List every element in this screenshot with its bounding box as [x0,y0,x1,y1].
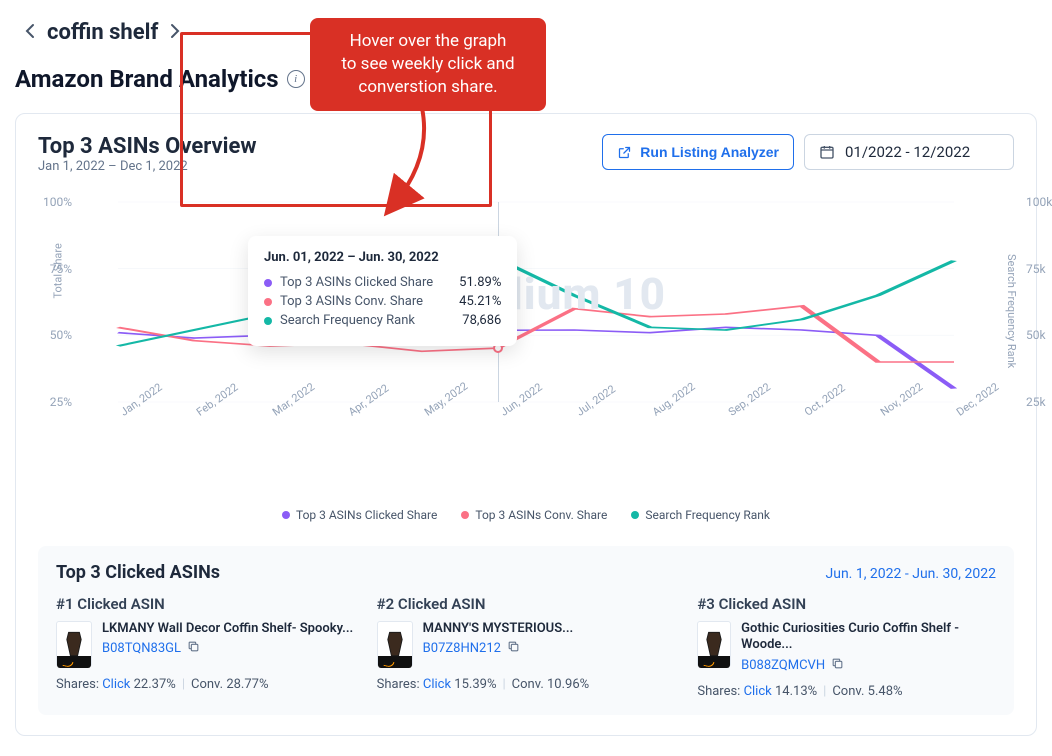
external-link-icon [617,145,632,160]
chart-legend: Top 3 ASINs Clicked Share Top 3 ASINs Co… [38,508,1014,522]
asin-shares: Shares: Click 15.39%|Conv. 10.96% [377,677,676,692]
dot-icon [631,511,639,519]
tooltip-label: Search Frequency Rank [280,313,415,328]
chart-svg [118,202,954,402]
info-icon[interactable]: i [287,70,305,88]
asin-name[interactable]: Gothic Curiosities Curio Coffin Shelf - … [741,621,996,654]
subpanel-title: Top 3 Clicked ASINs [56,562,220,583]
y-tick: 75k [1026,262,1046,276]
copy-icon[interactable] [507,640,520,657]
dot-icon [264,298,272,306]
legend-label: Search Frequency Rank [645,508,770,522]
y-tick: 25k [1026,395,1046,409]
dot-icon [461,511,469,519]
callout-line: to see weekly click and [328,53,528,76]
overview-panel: Top 3 ASINs Overview Jan 1, 2022 – Dec 1… [15,113,1037,736]
x-tick: Dec, 2022 [954,408,961,419]
subpanel-date: Jun. 1, 2022 - Jun. 30, 2022 [826,566,997,582]
plot-area[interactable]: Helium 10 Jun. 01, 2022 – Jun. 30, 2022 [118,202,954,402]
x-tick: May, 2022 [422,408,429,419]
tooltip-row: Top 3 ASINs Conv. Share 45.21% [264,294,501,309]
dot-icon [282,511,290,519]
calendar-icon [819,144,835,160]
asin-rank: #2 Clicked ASIN [377,595,676,613]
chevron-left-icon[interactable] [25,23,35,43]
asin-name[interactable]: MANNY'S MYSTERIOUS... [423,621,574,637]
x-tick: Nov, 2022 [878,408,885,419]
asin-rank: #3 Clicked ASIN [697,595,996,613]
legend-item[interactable]: Search Frequency Rank [631,508,770,522]
asin-column: #3 Clicked ASIN Gothic Curiosities Curio … [697,595,996,699]
panel-title: Top 3 ASINs Overview [38,134,256,159]
legend-label: Top 3 ASINs Clicked Share [296,508,437,522]
asin-thumbnail[interactable] [697,621,731,667]
asin-code[interactable]: B088ZQMCVH [741,657,844,674]
asin-name[interactable]: LKMANY Wall Decor Coffin Shelf- Spooky..… [102,621,353,637]
dot-icon [264,317,272,325]
asin-rank: #1 Clicked ASIN [56,595,355,613]
x-tick: Jan, 2022 [118,408,125,419]
callout-annotation: Hover over the graph to see weekly click… [310,18,546,111]
legend-item[interactable]: Top 3 ASINs Clicked Share [282,508,437,522]
x-tick: Jun, 2022 [498,408,505,419]
x-tick: Oct, 2022 [802,408,809,419]
y-tick: 50k [1026,328,1046,342]
asin-shares: Shares: Click 14.13%|Conv. 5.48% [697,684,996,699]
callout-line: converstion share. [328,76,528,99]
chart-tooltip: Jun. 01, 2022 – Jun. 30, 2022 Top 3 ASIN… [248,236,517,346]
tooltip-row: Search Frequency Rank 78,686 [264,313,501,328]
tooltip-value: 45.21% [441,294,501,309]
dot-icon [264,279,272,287]
x-axis: Jan, 2022 Feb, 2022 Mar, 2022 Apr, 2022 May,… [118,408,954,421]
tooltip-title: Jun. 01, 2022 – Jun. 30, 2022 [264,250,501,265]
copy-icon[interactable] [187,640,200,657]
date-range-picker[interactable]: 01/2022 - 12/2022 [804,134,1014,170]
y-tick: 75% [50,262,72,276]
x-tick: Aug, 2022 [650,408,657,419]
tooltip-label: Top 3 ASINs Clicked Share [280,275,433,290]
x-tick: Sep, 2022 [726,408,733,419]
legend-item[interactable]: Top 3 ASINs Conv. Share [461,508,607,522]
callout-line: Hover over the graph [328,30,528,53]
y-tick: 100k [1026,195,1052,209]
x-tick: Apr, 2022 [346,408,353,419]
chart[interactable]: Total Share Search Frequency Rank 100% 7… [38,202,1014,462]
asin-code[interactable]: B07Z8HN212 [423,640,520,657]
asin-column: #1 Clicked ASIN LKMANY Wall Decor Coffin … [56,595,355,699]
copy-icon[interactable] [831,657,844,674]
page-title: Amazon Brand Analytics [15,65,279,93]
tooltip-row: Top 3 ASINs Clicked Share 51.89% [264,275,501,290]
breadcrumb-title: coffin shelf [47,20,158,45]
chevron-right-icon[interactable] [170,23,180,43]
run-button-label: Run Listing Analyzer [640,144,779,160]
y-tick: 25% [50,395,72,409]
tooltip-value: 51.89% [441,275,501,290]
date-range-value: 01/2022 - 12/2022 [845,143,970,161]
tooltip-value: 78,686 [444,313,501,328]
asin-column: #2 Clicked ASIN MANNY'S MYSTERIOUS... B07Z… [377,595,676,699]
asin-thumbnail[interactable] [56,621,92,667]
asin-code[interactable]: B08TQN83GL [102,640,200,657]
x-tick: Feb, 2022 [194,408,201,419]
run-listing-analyzer-button[interactable]: Run Listing Analyzer [602,134,794,170]
x-tick: Jul, 2022 [574,408,581,419]
y-axis-right-label: Search Frequency Rank [1005,254,1018,368]
asin-shares: Shares: Click 22.37%|Conv. 28.77% [56,677,355,692]
clicked-asins-panel: Top 3 Clicked ASINs Jun. 1, 2022 - Jun. … [38,546,1014,715]
panel-subtitle: Jan 1, 2022 – Dec 1, 2022 [38,159,256,174]
y-tick: 50% [50,328,72,342]
y-tick: 100% [43,195,72,209]
tooltip-label: Top 3 ASINs Conv. Share [280,294,423,309]
x-tick: Mar, 2022 [270,408,277,419]
legend-label: Top 3 ASINs Conv. Share [475,508,607,522]
asin-thumbnail[interactable] [377,621,413,667]
